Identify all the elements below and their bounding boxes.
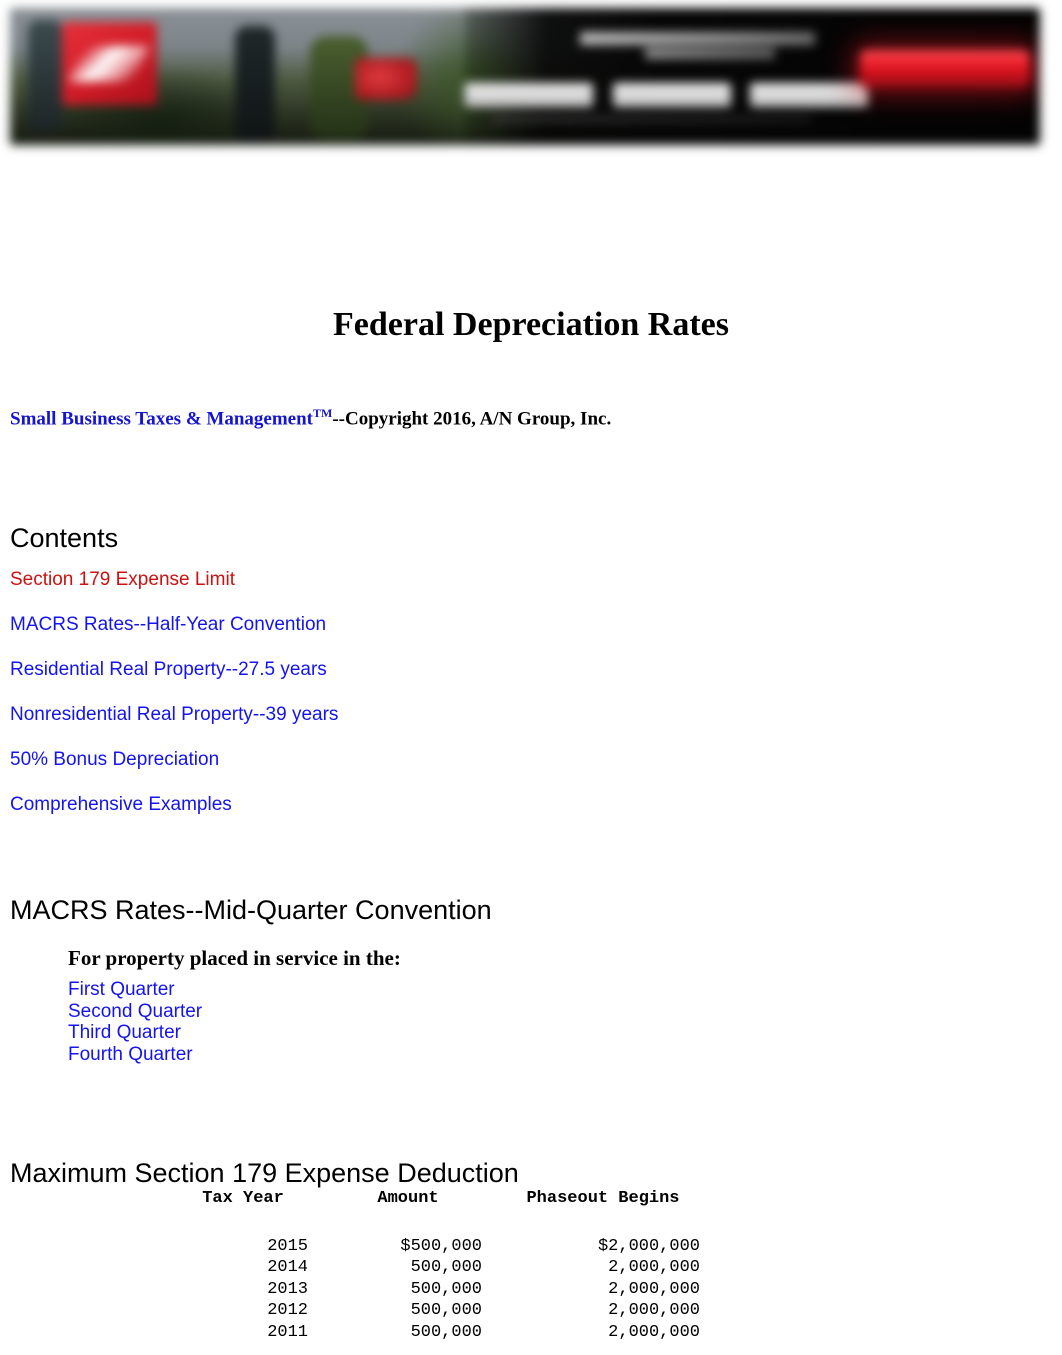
ad-figure-middle (235, 26, 275, 142)
cell-phaseout: $2,000,000 (597, 1236, 700, 1256)
section-179-heading: Maximum Section 179 Expense Deduction (10, 1158, 519, 1189)
ad-headline-line-2 (645, 48, 775, 59)
quarter-link-second[interactable]: Second Quarter (68, 1001, 202, 1023)
cell-amount: 500,000 (410, 1301, 482, 1320)
table-row: 2015 $500,000 $2,000,000 (168, 1236, 708, 1258)
toc-link-macrs-half-year-convention[interactable]: MACRS Rates--Half-Year Convention (10, 602, 610, 647)
byline: Small Business Taxes & ManagementTM--Cop… (10, 406, 611, 430)
toc-link-bonus-depreciation[interactable]: 50% Bonus Depreciation (10, 737, 610, 782)
mid-quarter-lead-text: For property placed in service in the: (68, 946, 401, 970)
cell-phaseout: 2,000,000 (608, 1279, 700, 1299)
cell-tax-year: 2011 (267, 1322, 308, 1342)
cell-tax-year: 2014 (267, 1258, 308, 1277)
quarter-link-list: First Quarter Second Quarter Third Quart… (68, 979, 202, 1065)
quarter-link-fourth[interactable]: Fourth Quarter (68, 1044, 202, 1066)
toc-link-comprehensive-examples[interactable]: Comprehensive Examples (10, 782, 610, 827)
section-179-table: Tax Year Amount Phaseout Begins 2015 $50… (168, 1188, 708, 1343)
table-header-row: Tax Year Amount Phaseout Begins (168, 1188, 708, 1236)
ad-bigtext-word-2 (613, 83, 731, 107)
page-title: Federal Depreciation Rates (333, 305, 729, 343)
ad-logo-swoosh-icon (67, 46, 151, 82)
copyright-text: --Copyright 2016, A/N Group, Inc. (332, 408, 612, 430)
cell-tax-year: 2012 (267, 1301, 308, 1320)
advertisement-banner[interactable] (10, 8, 1040, 145)
toc-link-section-179-expense-limit[interactable]: Section 179 Expense Limit (10, 557, 610, 602)
mid-quarter-heading: MACRS Rates--Mid-Quarter Convention (10, 895, 492, 926)
table-body: 2015 $500,000 $2,000,000 2014 500,000 2,… (168, 1236, 708, 1344)
cell-phaseout: 2,000,000 (608, 1322, 700, 1342)
table-of-contents: Section 179 Expense Limit MACRS Rates--H… (10, 557, 610, 827)
ad-bigtext-word-3 (750, 83, 868, 107)
column-header-phaseout-begins: Phaseout Begins (526, 1189, 680, 1208)
table-row: 2013 500,000 2,000,000 (168, 1279, 708, 1301)
cell-amount: 500,000 (410, 1258, 482, 1277)
ad-bigtext-word-1 (465, 83, 593, 107)
table-row: 2014 500,000 2,000,000 (168, 1257, 708, 1279)
cell-amount: 500,000 (410, 1322, 482, 1342)
cell-phaseout: 2,000,000 (608, 1301, 700, 1320)
ad-figure-left (28, 20, 62, 132)
ad-secondary-logo-icon (355, 58, 417, 100)
toc-link-nonresidential-real-property[interactable]: Nonresidential Real Property--39 years (10, 692, 610, 737)
trademark-superscript: TM (312, 406, 333, 420)
quarter-link-first[interactable]: First Quarter (68, 979, 202, 1001)
table-row: 2011 500,000 2,000,000 (168, 1322, 708, 1344)
cell-tax-year: 2015 (267, 1236, 308, 1256)
ad-brand-logo-icon (62, 22, 157, 105)
cell-phaseout: 2,000,000 (608, 1258, 700, 1277)
ad-subtext-line (491, 116, 811, 122)
ad-call-to-action-button[interactable] (860, 50, 1030, 88)
column-header-tax-year: Tax Year (202, 1189, 284, 1208)
publisher-link[interactable]: Small Business Taxes & Management (10, 408, 313, 429)
table-row: 2012 500,000 2,000,000 (168, 1300, 708, 1322)
ad-copy-panel (465, 8, 1040, 145)
cell-tax-year: 2013 (267, 1279, 308, 1299)
contents-heading: Contents (10, 523, 119, 554)
ad-headline-line-1 (580, 32, 815, 45)
quarter-link-third[interactable]: Third Quarter (68, 1022, 202, 1044)
cell-amount: $500,000 (400, 1236, 482, 1256)
column-header-amount: Amount (377, 1189, 439, 1208)
cell-amount: 500,000 (410, 1279, 482, 1299)
toc-link-residential-real-property[interactable]: Residential Real Property--27.5 years (10, 647, 610, 692)
